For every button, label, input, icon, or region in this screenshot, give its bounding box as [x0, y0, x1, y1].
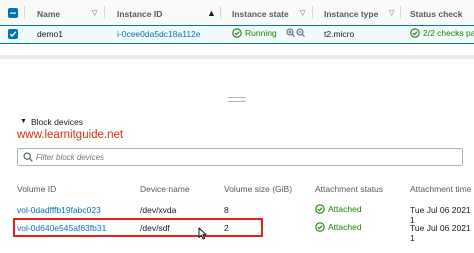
column-header-volume-size[interactable]: Volume size (GiB) — [224, 184, 292, 194]
column-header-device-name[interactable]: Device name — [140, 184, 190, 194]
column-header-attachment-status[interactable]: Attachment status — [315, 184, 383, 194]
column-header-name[interactable]: Name — [37, 9, 60, 19]
instance-state: Running — [232, 28, 277, 38]
row-checkbox[interactable] — [8, 29, 18, 39]
section-title[interactable]: Block devices — [31, 117, 83, 127]
select-all-checkbox[interactable] — [8, 8, 18, 18]
filter-caret-icon[interactable]: ▽ — [92, 9, 97, 17]
column-header-instance-type[interactable]: Instance type — [324, 9, 378, 19]
attachment-time: Tue Jul 06 2021 1 — [410, 223, 471, 243]
column-header-attachment-time[interactable]: Attachment time — [410, 184, 471, 194]
column-header-volume-id[interactable]: Volume ID — [17, 184, 56, 194]
filter-input[interactable] — [36, 151, 436, 163]
instance-row[interactable]: demo1 i-0cee0da5dc18a112e Running t2.mic… — [0, 25, 474, 44]
mouse-cursor-icon — [198, 227, 207, 240]
watermark: www.learnitguide.net — [17, 129, 124, 141]
collapse-caret-icon[interactable]: ▼ — [20, 118, 27, 125]
column-divider — [24, 6, 25, 19]
filter-caret-icon[interactable]: ▽ — [389, 9, 394, 17]
zoom-out-icon[interactable] — [296, 28, 305, 40]
attachment-status-label: Attached — [328, 204, 362, 214]
column-divider — [104, 6, 105, 19]
zoom-in-icon[interactable] — [286, 28, 295, 40]
column-header-instance-id[interactable]: Instance ID — [117, 9, 162, 19]
volume-id-link[interactable]: vol-0dadfffb19fabc023 — [17, 205, 101, 215]
attachment-status: Attached — [315, 204, 362, 214]
instance-state-label: Running — [245, 28, 277, 38]
instance-name: demo1 — [37, 29, 63, 39]
running-icon — [232, 28, 242, 38]
column-divider — [220, 6, 221, 19]
panel-resize-handle[interactable] — [228, 97, 246, 102]
search-icon — [23, 152, 33, 162]
instance-type: t2.micro — [324, 29, 355, 39]
checkbox-checked-icon — [9, 31, 17, 38]
instances-table-header: Name ▽ Instance ID ▲ Instance state ▽ In… — [0, 0, 474, 26]
status-check: 2/2 checks pas — [410, 28, 474, 38]
check-circle-icon — [315, 222, 325, 232]
filter-block-devices[interactable] — [17, 148, 463, 166]
attachment-status-label: Attached — [328, 222, 362, 232]
instance-id-link[interactable]: i-0cee0da5dc18a112e — [117, 29, 201, 39]
checkbox-checked-icon — [10, 12, 16, 14]
column-divider — [400, 6, 401, 19]
status-check-label: 2/2 checks pas — [423, 28, 474, 38]
attachment-status: Attached — [315, 222, 362, 232]
sort-up-icon[interactable]: ▲ — [207, 8, 216, 18]
horizontal-scrollbar[interactable] — [0, 55, 474, 59]
column-header-instance-state[interactable]: Instance state — [232, 9, 289, 19]
check-circle-icon — [410, 28, 420, 38]
highlight-box — [13, 218, 263, 237]
check-circle-icon — [315, 204, 325, 214]
filter-caret-icon[interactable]: ▽ — [300, 9, 305, 17]
attachment-time: Tue Jul 06 2021 1 — [410, 205, 471, 225]
column-divider — [312, 6, 313, 19]
volume-size: 8 — [224, 205, 229, 215]
column-header-status-check[interactable]: Status check — [410, 9, 462, 19]
device-name: /dev/xvda — [140, 205, 177, 215]
